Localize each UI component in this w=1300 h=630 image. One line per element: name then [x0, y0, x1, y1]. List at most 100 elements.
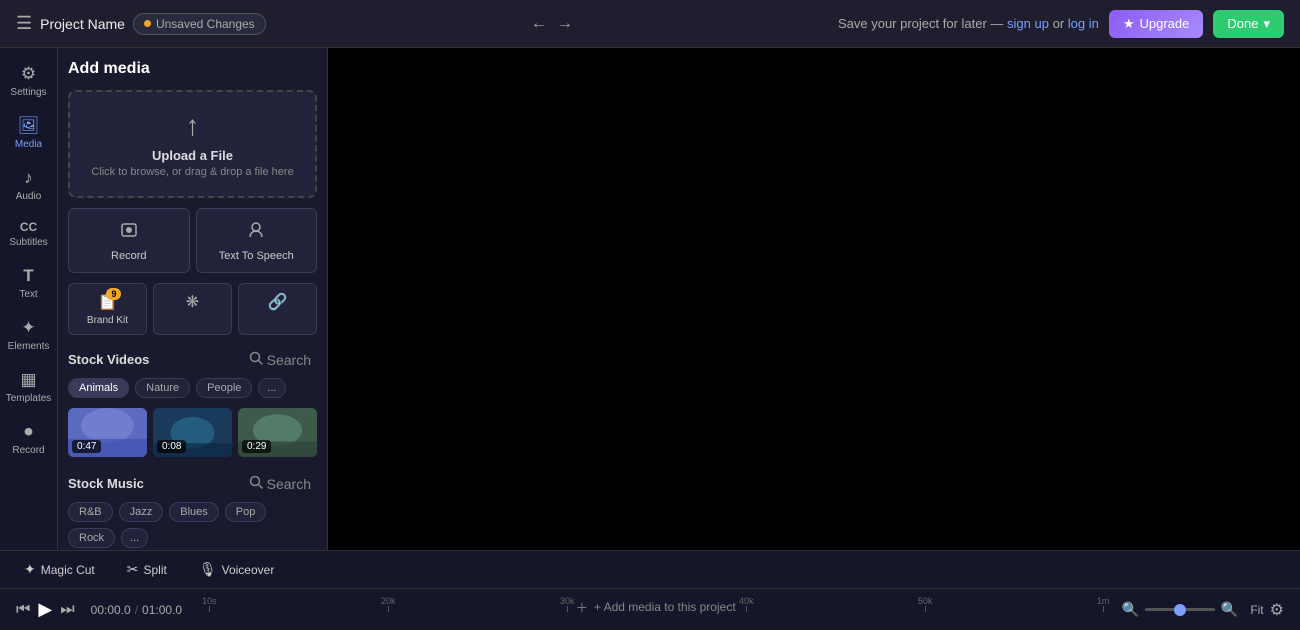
fit-button[interactable]: Fit: [1244, 601, 1269, 619]
stock-music-tags: R&B Jazz Blues Pop Rock ...: [68, 502, 317, 548]
chevron-down-icon: ▾: [1263, 16, 1270, 32]
hamburger-icon[interactable]: ☰: [16, 13, 32, 34]
tag-nature[interactable]: Nature: [135, 378, 190, 398]
unsaved-label: Unsaved Changes: [156, 17, 255, 31]
link-button[interactable]: 🔗: [238, 283, 317, 335]
time-display: 00:00.0 / 01:00.0: [91, 603, 182, 617]
tick-1m: 1m: [1097, 596, 1110, 612]
stock-videos-search-button[interactable]: Search: [243, 349, 317, 370]
tick-20k: 20k: [381, 596, 396, 612]
tag-pop[interactable]: Pop: [225, 502, 267, 522]
brand-kit-badge: 9: [106, 288, 121, 300]
tick-10s: 10s: [202, 596, 217, 612]
rewind-button[interactable]: ⏮: [16, 601, 30, 619]
record-icon: ⏺: [24, 422, 33, 442]
tag-blues[interactable]: Blues: [169, 502, 219, 522]
topbar: ☰ Project Name Unsaved Changes ← → Save …: [0, 0, 1300, 48]
integrations-button[interactable]: ❋: [153, 283, 232, 335]
settings-icon: ⚙: [21, 64, 36, 84]
topbar-left: ☰ Project Name Unsaved Changes: [16, 13, 266, 35]
sidebar-label-record: Record: [12, 445, 44, 456]
magic-cut-button[interactable]: ✦ Magic Cut: [16, 557, 103, 582]
sidebar-item-elements[interactable]: ✦ Elements: [3, 310, 55, 360]
video-thumb-1[interactable]: 0:47: [68, 408, 147, 457]
sidebar-item-audio[interactable]: ♪ Audio: [3, 160, 55, 210]
text-icon: T: [23, 266, 33, 286]
sidebar-item-subtitles[interactable]: CC Subtitles: [3, 212, 55, 256]
magic-cut-icon: ✦: [24, 561, 36, 578]
forward-button[interactable]: ⏭: [60, 601, 74, 619]
tag-more-music[interactable]: ...: [121, 528, 148, 548]
tag-people[interactable]: People: [196, 378, 252, 398]
sidebar-item-record[interactable]: ⏺ Record: [3, 414, 55, 464]
tag-animals[interactable]: Animals: [68, 378, 129, 398]
magic-cut-label: Magic Cut: [41, 563, 95, 577]
brand-row: 📋 9 Brand Kit ❋ 🔗: [68, 283, 317, 335]
video-duration-2: 0:08: [157, 440, 186, 453]
brand-kit-button[interactable]: 📋 9 Brand Kit: [68, 283, 147, 335]
timeline-area: ⏮ ▶ ⏭ 00:00.0 / 01:00.0 10s 20k 30k 40k …: [0, 589, 1300, 630]
topbar-right: Save your project for later — sign up or…: [838, 10, 1284, 38]
sidebar-item-media[interactable]: 🖼 Media: [3, 108, 55, 158]
tag-rock[interactable]: Rock: [68, 528, 115, 548]
timeline-track[interactable]: 10s 20k 30k 40k 50k 1m ＋ + Add media to …: [202, 596, 1109, 624]
sidebar-item-settings[interactable]: ⚙ Settings: [3, 56, 55, 106]
project-name[interactable]: Project Name: [40, 16, 125, 32]
text-to-speech-button[interactable]: Text To Speech: [196, 208, 318, 273]
upload-title: Upload a File: [82, 148, 303, 163]
unsaved-badge[interactable]: Unsaved Changes: [133, 13, 266, 35]
bottom-tools: ✦ Magic Cut ✂ Split 🎙 Voiceover: [0, 551, 1300, 589]
zoom-slider[interactable]: [1145, 608, 1215, 611]
record-btn-icon: [118, 219, 140, 246]
media-icon: 🖼: [18, 116, 40, 136]
current-time: 00:00.0: [91, 603, 131, 617]
brand-kit-label: Brand Kit: [87, 315, 128, 326]
redo-icon[interactable]: →: [557, 15, 573, 33]
upload-subtitle: Click to browse, or drag & drop a file h…: [82, 166, 303, 178]
save-text: Save your project for later — sign up or…: [838, 16, 1099, 31]
split-icon: ✂: [127, 561, 139, 578]
video-thumb-3[interactable]: 0:29: [238, 408, 317, 457]
sidebar-label-text: Text: [19, 289, 37, 300]
stock-music-search-button[interactable]: Search: [243, 473, 317, 494]
log-in-link[interactable]: log in: [1068, 16, 1099, 31]
upload-area[interactable]: ↑ Upload a File Click to browse, or drag…: [68, 90, 317, 198]
zoom-out-button[interactable]: 🔍: [1121, 601, 1138, 618]
sidebar-item-templates[interactable]: ▦ Templates: [3, 362, 55, 412]
sidebar-label-templates: Templates: [6, 393, 52, 404]
sidebar-item-text[interactable]: T Text: [3, 258, 55, 308]
stock-videos-title: Stock Videos: [68, 352, 149, 367]
text-to-speech-label: Text To Speech: [219, 250, 294, 262]
tag-more-videos[interactable]: ...: [258, 378, 285, 398]
time-separator: /: [135, 603, 138, 617]
zoom-in-button[interactable]: 🔍: [1221, 601, 1238, 618]
tag-rnb[interactable]: R&B: [68, 502, 113, 522]
video-thumb-2[interactable]: 0:08: [153, 408, 232, 457]
bottom-bar: ✦ Magic Cut ✂ Split 🎙 Voiceover ⏮ ▶ ⏭ 00…: [0, 550, 1300, 630]
voiceover-button[interactable]: 🎙 Voiceover: [191, 557, 282, 582]
add-media-plus-icon: ＋: [576, 599, 588, 616]
split-button[interactable]: ✂ Split: [119, 557, 175, 582]
video-duration-3: 0:29: [242, 440, 271, 453]
voiceover-icon: 🎙: [199, 561, 217, 578]
zoom-controls: 🔍 🔍 Fit: [1121, 601, 1269, 619]
play-button[interactable]: ▶: [38, 599, 52, 620]
total-time: 01:00.0: [142, 603, 182, 617]
stock-videos-header: Stock Videos Search: [68, 349, 317, 370]
link-icon: 🔗: [268, 292, 288, 312]
done-button[interactable]: Done ▾: [1213, 10, 1284, 38]
video-duration-1: 0:47: [72, 440, 101, 453]
record-button[interactable]: Record: [68, 208, 190, 273]
sign-up-link[interactable]: sign up: [1007, 16, 1049, 31]
panel-title: Add media: [68, 60, 317, 78]
stock-music-title: Stock Music: [68, 476, 144, 491]
star-icon: ★: [1123, 16, 1135, 32]
search-label: Search: [267, 352, 311, 368]
sidebar-label-audio: Audio: [16, 191, 42, 202]
upgrade-button[interactable]: ★ Upgrade: [1109, 10, 1204, 38]
add-media-to-project[interactable]: ＋ + Add media to this project: [576, 599, 736, 616]
timeline-settings-button[interactable]: ⚙: [1270, 600, 1284, 620]
media-panel: Add media ↑ Upload a File Click to brows…: [58, 48, 328, 550]
undo-icon[interactable]: ←: [531, 15, 547, 33]
tag-jazz[interactable]: Jazz: [119, 502, 164, 522]
